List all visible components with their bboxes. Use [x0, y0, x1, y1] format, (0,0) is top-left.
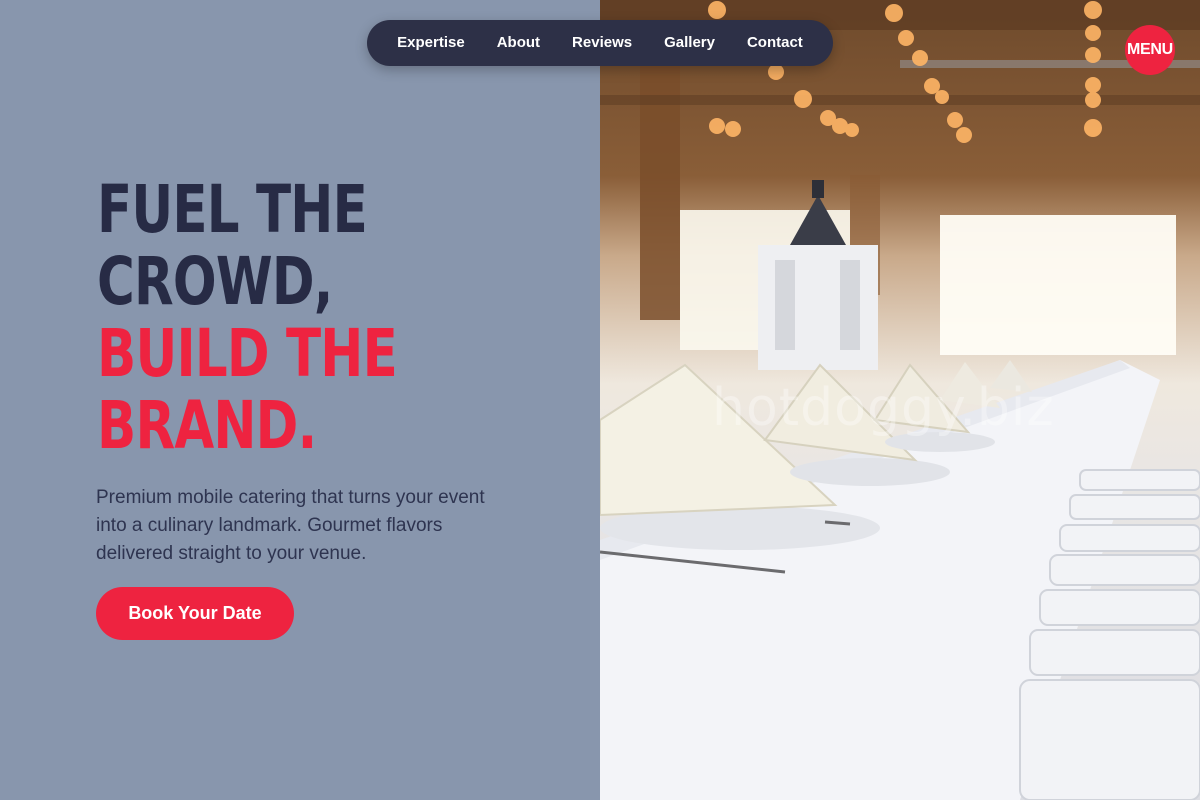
nav-item-expertise[interactable]: Expertise: [381, 20, 481, 66]
menu-button[interactable]: MENU: [1125, 25, 1175, 75]
hero-photo: hotdoggy.biz: [600, 0, 1200, 800]
nav-item-contact[interactable]: Contact: [731, 20, 819, 66]
hero-subtitle: Premium mobile catering that turns your …: [96, 487, 485, 564]
page: FUEL THE CROWD, BUILD THE BRAND. Premium…: [0, 0, 1200, 800]
hero-section: FUEL THE CROWD, BUILD THE BRAND. Premium…: [0, 0, 600, 800]
hero-headline: FUEL THE CROWD, BUILD THE BRAND.: [97, 171, 398, 464]
headline-line-1: FUEL THE: [97, 171, 368, 248]
headline-line-3: BUILD THE: [97, 315, 398, 392]
headline-line-4: BRAND.: [97, 387, 317, 464]
book-date-button[interactable]: Book Your Date: [96, 587, 294, 640]
photo-watermark: hotdoggy.biz: [712, 378, 1055, 438]
nav-item-reviews[interactable]: Reviews: [556, 20, 648, 66]
main-nav: Expertise About Reviews Gallery Contact: [367, 20, 833, 66]
headline-line-2: CROWD,: [97, 243, 333, 320]
nav-item-about[interactable]: About: [481, 20, 556, 66]
nav-item-gallery[interactable]: Gallery: [648, 20, 731, 66]
